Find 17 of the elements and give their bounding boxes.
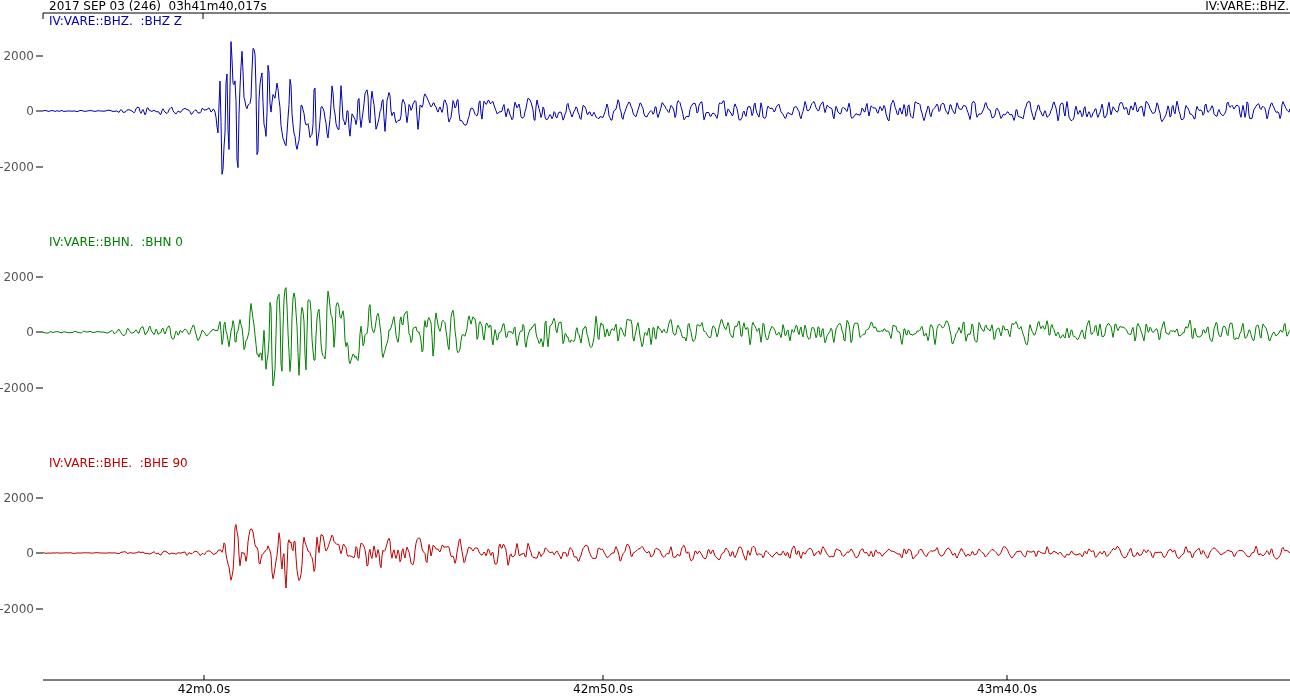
date-time-header: 2017 SEP 03 (246) 03h41m40,017s	[49, 0, 267, 13]
tick-label: -2000	[0, 602, 34, 616]
tick-label: 2000	[3, 49, 34, 63]
trace-label: IV:VARE::BHE. :BHE 90	[49, 456, 188, 470]
tick-label: 42m0.0s	[177, 682, 231, 696]
tick-label: 2000	[3, 270, 34, 284]
tick-label: 42m50.0s	[573, 682, 633, 696]
tick-label: 2000	[3, 491, 34, 505]
tick-label: -2000	[0, 160, 34, 174]
trace-label: IV:VARE::BHZ. :BHZ Z	[49, 14, 182, 28]
trace-label: IV:VARE::BHN. :BHN 0	[49, 235, 183, 249]
station-label: IV:VARE::BHZ.	[1205, 0, 1289, 13]
tick-label: 0	[26, 104, 34, 118]
tick-label: -2000	[0, 381, 34, 395]
tick-label: 0	[26, 546, 34, 560]
tick-label: 43m40.0s	[977, 682, 1037, 696]
tick-label: 0	[26, 325, 34, 339]
